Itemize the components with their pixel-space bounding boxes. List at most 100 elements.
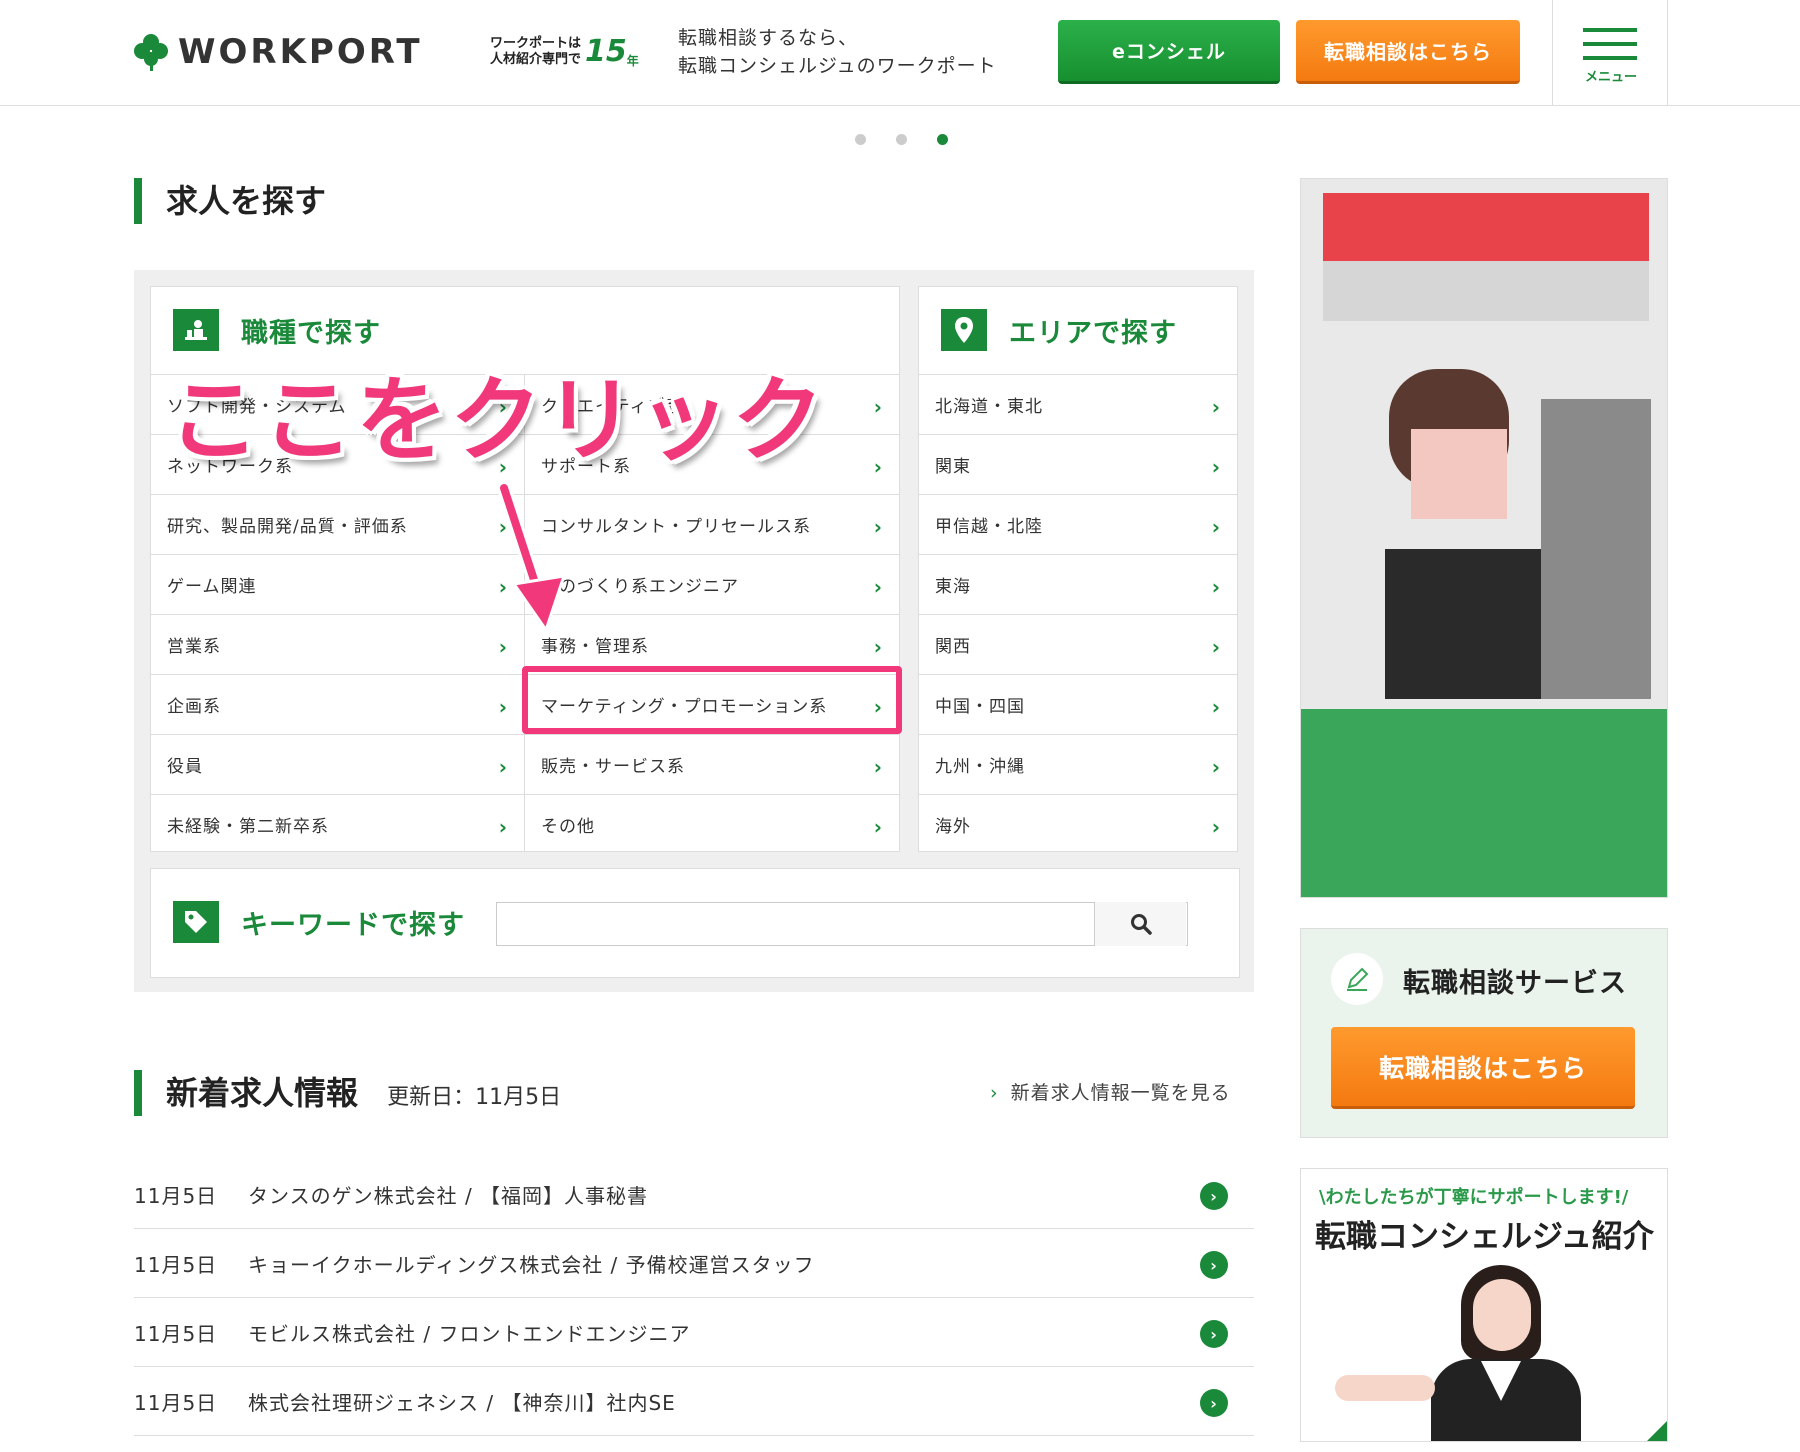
- job-category-item[interactable]: 営業系 ›: [151, 614, 524, 674]
- job-category-item-label: コンサルタント・プリセールス系: [541, 517, 811, 537]
- sidebar-ad-banner[interactable]: [1300, 178, 1668, 898]
- carousel-dot-2[interactable]: [896, 134, 907, 145]
- news-more-label: 新着求人情報一覧を見る: [1010, 1082, 1231, 1104]
- chevron-right-icon: ›: [873, 635, 883, 659]
- news-item[interactable]: 11月5日 キョーイクホールディングス株式会社 / 予備校運営スタッフ ›: [134, 1229, 1254, 1298]
- job-category-item[interactable]: 未経験・第二新卒系 ›: [151, 794, 524, 854]
- area-item[interactable]: 中国・四国 ›: [919, 674, 1237, 734]
- job-category-item[interactable]: その他 ›: [525, 794, 899, 854]
- arrow-right-icon: ›: [1200, 1182, 1228, 1210]
- area-item-label: 関東: [935, 457, 971, 477]
- news-item[interactable]: 11月5日 株式会社理研ジェネシス / 【神奈川】社内SE ›: [134, 1367, 1254, 1436]
- tagline-line1: 転職相談するなら、: [678, 27, 859, 49]
- news-item[interactable]: 11月5日 モビルス株式会社 / フロントエンドエンジニア ›: [134, 1298, 1254, 1367]
- area-item[interactable]: 北海道・東北 ›: [919, 374, 1237, 434]
- keyword-search-input[interactable]: [496, 902, 1188, 946]
- job-category-item[interactable]: 事務・管理系 ›: [525, 614, 899, 674]
- ad-banner-bottom: [1301, 709, 1667, 897]
- chevron-right-icon: ›: [873, 395, 883, 419]
- news-more-link[interactable]: › 新着求人情報一覧を見る: [990, 1078, 1231, 1105]
- highlight-box: [522, 666, 902, 734]
- ad-blur-side: [1541, 399, 1651, 699]
- news-text: 株式会社理研ジェネシス / 【神奈川】社内SE: [248, 1390, 676, 1415]
- news-date: 11月5日: [134, 1183, 218, 1208]
- chevron-right-icon: ›: [873, 755, 883, 779]
- chevron-right-icon: ›: [1211, 635, 1221, 659]
- econcier-button[interactable]: eコンシェル: [1058, 20, 1280, 84]
- news-date: 11月5日: [134, 1321, 218, 1346]
- click-here-annotation: ここをクリック: [168, 367, 827, 474]
- menu-label: メニュー: [1584, 70, 1637, 85]
- job-type-icon: [173, 309, 219, 351]
- job-category-item-label: ゲーム関連: [167, 577, 257, 597]
- chevron-right-icon: ›: [1211, 815, 1221, 839]
- job-category-item[interactable]: 研究、製品開発/品質・評価系 ›: [151, 494, 524, 554]
- concierge-title: 転職コンシェルジュ紹介: [1315, 1219, 1654, 1255]
- arrow-right-icon: ›: [1200, 1389, 1228, 1417]
- search-section-title: 求人を探す: [134, 178, 326, 224]
- chevron-right-icon: ›: [498, 815, 508, 839]
- job-category-item-label: 企画系: [167, 697, 221, 717]
- news-title: 新着求人情報: [166, 1074, 359, 1112]
- ad-blur-row: [1323, 261, 1649, 321]
- search-button[interactable]: [1094, 902, 1186, 946]
- badge-line2: 人材紹介専門で: [490, 51, 582, 67]
- chevron-right-icon: ›: [1211, 455, 1221, 479]
- area-item-label: 東海: [935, 577, 971, 597]
- job-category-item[interactable]: 役員 ›: [151, 734, 524, 794]
- chevron-right-icon: ›: [873, 575, 883, 599]
- job-category-item-label: 営業系: [167, 637, 221, 657]
- ad-person-face: [1411, 429, 1507, 519]
- chevron-right-icon: ›: [1211, 395, 1221, 419]
- area-item[interactable]: 海外 ›: [919, 794, 1237, 854]
- ad-banner-top: [1323, 193, 1649, 261]
- chevron-right-icon: ›: [990, 1082, 999, 1104]
- map-pin-icon: [941, 309, 987, 351]
- badge-number: 15: [585, 34, 627, 69]
- job-category-item[interactable]: ものづくり系エンジニア ›: [525, 554, 899, 614]
- area-item[interactable]: 関西 ›: [919, 614, 1237, 674]
- news-item[interactable]: 11月5日 タンスのゲン株式会社 / 【福岡】人事秘書 ›: [134, 1160, 1254, 1229]
- chevron-right-icon: ›: [1211, 695, 1221, 719]
- job-category-item-label: 販売・サービス系: [541, 757, 685, 777]
- chevron-right-icon: ›: [873, 815, 883, 839]
- area-item-label: 海外: [935, 817, 971, 837]
- concierge-caption: \わたしたちが丁寧にサポートします!/: [1319, 1187, 1629, 1208]
- area-item-label: 甲信越・北陸: [935, 517, 1043, 537]
- job-category-item[interactable]: 企画系 ›: [151, 674, 524, 734]
- chevron-right-icon: ›: [1211, 755, 1221, 779]
- corner-triangle: [1645, 1419, 1667, 1441]
- menu-button[interactable]: メニュー: [1552, 0, 1668, 106]
- logo-text: WORKPORT: [178, 32, 423, 72]
- tag-icon: [173, 901, 219, 943]
- news-date: 11月5日: [134, 1390, 218, 1415]
- area-item[interactable]: 関東 ›: [919, 434, 1237, 494]
- job-category-item-label: 研究、製品開発/品質・評価系: [167, 517, 408, 537]
- job-category-item[interactable]: コンサルタント・プリセールス系 ›: [525, 494, 899, 554]
- workport-logo[interactable]: WORKPORT: [134, 32, 423, 72]
- clover-icon: [134, 34, 168, 71]
- job-category-item[interactable]: 販売・サービス系 ›: [525, 734, 899, 794]
- header-tagline: 転職相談するなら、 転職コンシェルジュのワークポート: [678, 24, 997, 80]
- service-consult-button[interactable]: 転職相談はこちら: [1331, 1027, 1635, 1109]
- chevron-right-icon: ›: [498, 695, 508, 719]
- consult-button[interactable]: 転職相談はこちら: [1296, 20, 1520, 84]
- job-category-item-label: 役員: [167, 757, 203, 777]
- area-item[interactable]: 東海 ›: [919, 554, 1237, 614]
- area-item[interactable]: 九州・沖縄 ›: [919, 734, 1237, 794]
- area-item[interactable]: 甲信越・北陸 ›: [919, 494, 1237, 554]
- carousel-dot-1[interactable]: [855, 134, 866, 145]
- badge-line1: ワークポートは: [490, 35, 582, 51]
- news-updated: 更新日：11月5日: [387, 1085, 562, 1110]
- job-category-item[interactable]: ゲーム関連 ›: [151, 554, 524, 614]
- search-icon: [1130, 914, 1152, 935]
- chevron-right-icon: ›: [498, 755, 508, 779]
- concierge-banner[interactable]: \わたしたちが丁寧にサポートします!/ 転職コンシェルジュ紹介: [1300, 1168, 1668, 1442]
- area-title: エリアで探す: [1009, 317, 1177, 349]
- chevron-right-icon: ›: [1211, 515, 1221, 539]
- site-header: WORKPORT ワークポートは 人材紹介専門で 15 年 転職相談するなら、 …: [0, 0, 1800, 106]
- hamburger-icon: [1583, 28, 1637, 32]
- job-category-item-label: その他: [541, 817, 595, 837]
- carousel-dot-3[interactable]: [937, 134, 948, 145]
- service-title: 転職相談サービス: [1403, 968, 1627, 999]
